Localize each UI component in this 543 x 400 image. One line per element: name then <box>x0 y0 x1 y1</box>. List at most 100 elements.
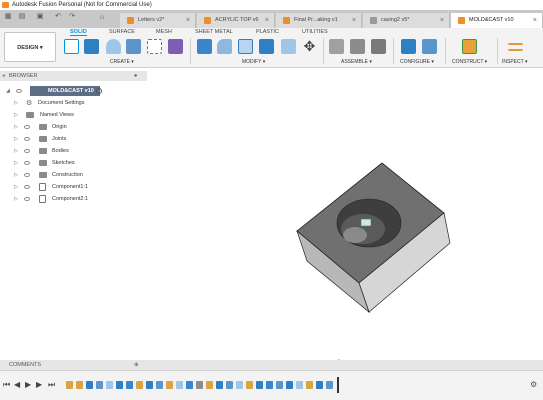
browser-item-component2[interactable]: ▷ Component2:1 <box>14 194 144 204</box>
offset-plane-icon[interactable] <box>462 39 477 54</box>
browser-item-bodies[interactable]: ▷ Bodies <box>14 146 144 156</box>
timeline-feature-icon[interactable] <box>206 381 213 389</box>
workspace-switcher-button[interactable]: DESIGN ▾ <box>4 32 56 62</box>
timeline-feature-icon[interactable] <box>96 381 103 389</box>
tab-utilities[interactable]: UTILITIES <box>302 29 328 35</box>
timeline-settings-icon[interactable]: ⚙ <box>530 380 537 389</box>
close-icon[interactable]: × <box>186 13 190 28</box>
collapse-icon[interactable]: ◂ <box>2 71 5 81</box>
extrude-icon[interactable] <box>106 39 121 54</box>
pin-icon[interactable]: ● <box>134 71 137 81</box>
timeline-feature-icon[interactable] <box>176 381 183 389</box>
browser-header[interactable]: ◂ BROWSER ● <box>0 71 147 81</box>
new-joint-icon[interactable] <box>329 39 344 54</box>
construct-menu[interactable]: CONSTRUCT ▾ <box>452 59 487 65</box>
redo-icon[interactable]: ↷ <box>68 13 76 21</box>
visibility-icon[interactable] <box>24 125 30 129</box>
timeline-feature-icon[interactable] <box>126 381 133 389</box>
modify-menu[interactable]: MODIFY ▾ <box>242 59 265 65</box>
visibility-icon[interactable] <box>16 89 22 93</box>
undo-icon[interactable]: ↶ <box>54 13 62 21</box>
chevron-right-icon[interactable]: ▷ <box>14 146 18 156</box>
tab-plastic[interactable]: PLASTIC <box>256 29 279 35</box>
step-forward-icon[interactable]: ▶ <box>36 380 42 389</box>
chevron-right-icon[interactable]: ▷ <box>14 194 18 204</box>
timeline-feature-icon[interactable] <box>106 381 113 389</box>
as-built-joint-icon[interactable] <box>350 39 365 54</box>
timeline-feature-icon[interactable] <box>136 381 143 389</box>
chevron-right-icon[interactable]: ▷ <box>14 158 18 168</box>
timeline-feature-icon[interactable] <box>306 381 313 389</box>
play-icon[interactable]: ▶ <box>25 380 31 389</box>
revolve-icon[interactable] <box>126 39 141 54</box>
timeline-feature-icon[interactable] <box>216 381 223 389</box>
measure-icon[interactable] <box>508 43 523 51</box>
align-icon[interactable] <box>281 39 296 54</box>
visibility-icon[interactable] <box>24 185 30 189</box>
close-icon[interactable]: × <box>533 13 537 28</box>
timeline-feature-icon[interactable] <box>276 381 283 389</box>
timeline-feature-icon[interactable] <box>186 381 193 389</box>
file-menu-icon[interactable]: ▤ <box>18 13 26 21</box>
timeline-feature-icon[interactable] <box>266 381 273 389</box>
chevron-right-icon[interactable]: ▷ <box>14 170 18 180</box>
visibility-icon[interactable] <box>24 173 30 177</box>
timeline-feature-icon[interactable] <box>146 381 153 389</box>
browser-item-joints[interactable]: ▷ Joints <box>14 134 144 144</box>
timeline-feature-icon[interactable] <box>156 381 163 389</box>
configure-design-icon[interactable] <box>401 39 416 54</box>
tab-acrylic-top[interactable]: ACRYLIC TOP v6 × <box>197 13 275 28</box>
canvas-viewport[interactable] <box>147 71 543 360</box>
go-to-start-icon[interactable]: ⏮ <box>3 380 10 390</box>
visibility-icon[interactable] <box>24 197 30 201</box>
go-to-end-icon[interactable]: ⏭ <box>48 380 55 390</box>
timeline-feature-icon[interactable] <box>196 381 203 389</box>
step-back-icon[interactable]: ◀ <box>14 380 20 389</box>
visibility-icon[interactable] <box>24 137 30 141</box>
new-component-icon[interactable] <box>84 39 99 54</box>
chevron-right-icon[interactable]: ▷ <box>14 182 18 192</box>
tab-letters[interactable]: Letters v2* × <box>120 13 196 28</box>
create-menu[interactable]: CREATE ▾ <box>110 59 134 65</box>
timeline-feature-icon[interactable] <box>286 381 293 389</box>
timeline-feature-icon[interactable] <box>116 381 123 389</box>
save-icon[interactable]: ▣ <box>36 13 44 21</box>
timeline-feature-icon[interactable] <box>246 381 253 389</box>
inspect-menu[interactable]: INSPECT ▾ <box>502 59 528 65</box>
tab-mold-cast[interactable]: MOLD&CAST v10 × <box>451 13 543 28</box>
create-form-icon[interactable] <box>168 39 183 54</box>
configure-menu[interactable]: CONFIGURE ▾ <box>400 59 434 65</box>
fillet-icon[interactable] <box>217 39 232 54</box>
browser-item-named-views[interactable]: ▷ Named Views <box>14 110 144 120</box>
timeline-feature-icon[interactable] <box>316 381 323 389</box>
timeline-marker[interactable] <box>337 377 339 393</box>
assemble-menu[interactable]: ASSEMBLE ▾ <box>341 59 372 65</box>
chevron-right-icon[interactable]: ▷ <box>14 122 18 132</box>
tab-surface[interactable]: SURFACE <box>109 29 135 35</box>
comments-panel[interactable]: COMMENTS ⊕ <box>0 360 543 370</box>
browser-item-document-settings[interactable]: ▷ ⚙ Document Settings <box>14 98 144 108</box>
tab-final-project[interactable]: Final Pr...aking v1 × <box>276 13 362 28</box>
shell-icon[interactable] <box>238 39 253 54</box>
timeline-feature-icon[interactable] <box>296 381 303 389</box>
root-component[interactable]: MOLD&CAST v10 <box>30 86 100 96</box>
chevron-right-icon[interactable]: ▷ <box>14 98 18 108</box>
chevron-right-icon[interactable]: ▷ <box>14 110 18 120</box>
combine-icon[interactable] <box>259 39 274 54</box>
move-icon[interactable]: ✥ <box>302 39 317 54</box>
chevron-down-icon[interactable]: ◢ <box>6 86 10 96</box>
add-comment-icon[interactable]: ⊕ <box>134 360 139 370</box>
close-icon[interactable]: × <box>265 13 269 28</box>
joint-origin-icon[interactable] <box>371 39 386 54</box>
timeline-feature-icon[interactable] <box>256 381 263 389</box>
apps-grid-icon[interactable]: ▦ <box>4 13 12 21</box>
timeline-feature-icon[interactable] <box>76 381 83 389</box>
tab-solid[interactable]: SOLID <box>70 29 87 36</box>
tab-casing2[interactable]: casing2 v5* × <box>363 13 450 28</box>
close-icon[interactable]: × <box>440 13 444 28</box>
visibility-icon[interactable] <box>24 149 30 153</box>
browser-item-origin[interactable]: ▷ Origin <box>14 122 144 132</box>
new-sketch-icon[interactable] <box>64 39 79 54</box>
configuration-table-icon[interactable] <box>422 39 437 54</box>
home-icon[interactable]: ⌂ <box>98 14 106 22</box>
